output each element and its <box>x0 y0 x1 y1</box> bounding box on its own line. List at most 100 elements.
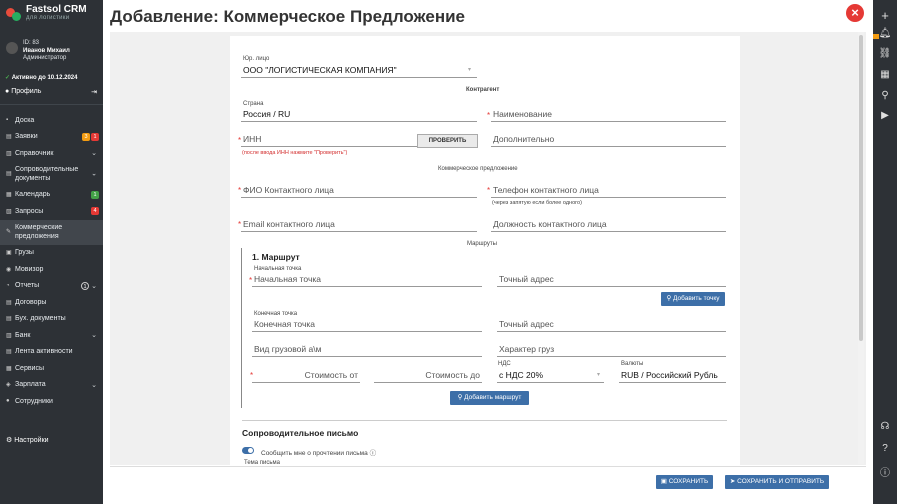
book-icon: ▥ <box>6 150 12 157</box>
scrollbar[interactable] <box>858 32 864 464</box>
user-name: Иванов Михаил <box>23 47 70 54</box>
currency-select[interactable]: RUB / Российский Рубль <box>619 369 726 383</box>
sidebar-item-calendar[interactable]: ▦ Календарь 1 <box>0 187 103 204</box>
page-header: Добавление: Коммерческое Предложение × <box>103 0 873 30</box>
logout-icon[interactable]: ⇥ <box>91 88 97 96</box>
contact-name-input[interactable]: ФИО Контактного лица <box>241 184 477 198</box>
country-label: Страна <box>243 101 264 107</box>
sidebar-item-reports[interactable]: ◔ Отчеты 1 ⌄ <box>0 278 103 295</box>
contact-email-placeholder: Email контактного лица <box>243 219 335 229</box>
sidebar-item-activity[interactable]: ▤ Лента активности <box>0 344 103 361</box>
notify-toggle[interactable] <box>242 447 254 454</box>
calculator-icon[interactable]: ▦ <box>873 69 897 80</box>
save-send-label: СОХРАНИТЬ И ОТПРАВИТЬ <box>737 478 825 485</box>
route-border <box>241 248 242 408</box>
sidebar-item-contracts[interactable]: ▤ Договоры <box>0 294 103 311</box>
close-button[interactable]: × <box>846 4 864 22</box>
cost-from-input[interactable]: Стоимость от <box>252 369 360 383</box>
start-address-input[interactable]: Точный адрес <box>497 273 726 287</box>
notify-label-text: Сообщить мне о прочтении письма <box>261 450 368 457</box>
contact-position-placeholder: Должность контактного лица <box>493 219 607 229</box>
end-address-placeholder: Точный адрес <box>499 319 554 329</box>
start-point-input[interactable]: Начальная точка <box>252 273 482 287</box>
cost-from-placeholder: Стоимость от <box>304 370 358 380</box>
additional-input[interactable]: Дополнительно <box>491 133 726 147</box>
sidebar: Fastsol CRM для логистики ID: 83 Иванов … <box>0 0 103 504</box>
vehicle-type-input[interactable]: Вид грузовой а\м <box>252 343 482 357</box>
inn-placeholder: ИНН <box>243 134 262 144</box>
sidebar-item-board[interactable]: ▪ Доска <box>0 112 103 129</box>
sidebar-item-staff[interactable]: ● Сотрудники <box>0 393 103 410</box>
sidebar-item-services[interactable]: ▦ Сервисы <box>0 360 103 377</box>
user-role: Администратор <box>23 55 67 61</box>
info-icon[interactable]: ⓘ <box>873 464 897 479</box>
activity-icon: ▤ <box>6 349 12 356</box>
route-icon[interactable]: ⚲ <box>873 90 897 101</box>
sidebar-item-movizor[interactable]: ◉ Мовизор <box>0 261 103 278</box>
help-circle-icon[interactable]: ⓘ <box>370 450 377 457</box>
offer-section-title: Коммерческое предложение <box>438 166 518 172</box>
chevron-down-icon: ⌄ <box>91 150 97 158</box>
start-point-label: Начальная точка <box>254 266 302 272</box>
sidebar-item-bank[interactable]: ▥ Банк ⌄ <box>0 327 103 344</box>
link-icon[interactable]: ⛓ <box>873 48 897 59</box>
save-button[interactable]: ▣ СОХРАНИТЬ <box>656 475 713 489</box>
sidebar-item-offer[interactable]: ✎ Коммерческие предложения <box>0 219 103 245</box>
board-icon: ▪ <box>6 117 9 124</box>
add-route-button[interactable]: ⚲ Добавить маршрут <box>450 391 529 405</box>
sidebar-item-requests[interactable]: ▤ Заявки 3 1 <box>0 129 103 146</box>
inn-input[interactable]: ИНН <box>241 133 417 147</box>
plus-icon[interactable]: + <box>873 8 897 23</box>
end-point-label: Конечная точка <box>254 311 298 317</box>
notification-badge <box>873 34 879 39</box>
help-icon[interactable]: ? <box>873 443 897 454</box>
check-icon: ✓ <box>5 75 11 81</box>
logo[interactable]: Fastsol CRM для логистики <box>6 5 87 22</box>
add-point-button[interactable]: ⚲ Добавить точку <box>661 292 725 306</box>
sidebar-item-queries[interactable]: ▧ Запросы 4 <box>0 203 103 220</box>
end-point-input[interactable]: Конечная точка <box>252 318 482 332</box>
currency-value: RUB / Российский Рубль <box>621 370 718 380</box>
reports-icon: ◔ <box>6 282 10 289</box>
sidebar-divider <box>0 104 103 105</box>
pin-icon: ⚲ <box>666 295 672 302</box>
sidebar-item-settings[interactable]: ⚙ Настройки <box>6 436 49 444</box>
cargo-nature-input[interactable]: Характер груз <box>497 343 726 357</box>
legal-entity-label: Юр. лицо <box>243 56 270 62</box>
profile-row[interactable]: ● Профиль ⇥ <box>5 88 97 96</box>
start-point-placeholder: Начальная точка <box>254 274 322 284</box>
country-select[interactable]: Россия / RU <box>241 108 477 122</box>
user-id: ID: 83 <box>23 40 40 46</box>
required-mark: * <box>487 186 491 195</box>
additional-placeholder: Дополнительно <box>493 134 555 144</box>
contact-email-input[interactable]: Email контактного лица <box>241 218 477 232</box>
sidebar-item-label: Справочник <box>15 149 54 157</box>
chevron-down-icon: ⌄ <box>91 381 97 389</box>
sidebar-item-label: Договоры <box>15 298 47 306</box>
sidebar-menu: ▪ Доска ▤ Заявки 3 1 ▥ Справочник ⌄ ▤ Сопроводител… <box>0 112 103 410</box>
headset-icon[interactable]: ☊ <box>873 421 897 432</box>
name-input[interactable]: Наименование <box>491 108 726 122</box>
check-inn-button[interactable]: ПРОВЕРИТЬ <box>417 134 478 148</box>
sidebar-item-book[interactable]: ▥ Справочник ⌄ <box>0 145 103 162</box>
cost-to-input[interactable]: Стоимость до <box>374 369 482 383</box>
bank-icon: ▥ <box>6 332 12 339</box>
contact-phone-input[interactable]: Телефон контактного лица <box>491 184 726 198</box>
legal-entity-select[interactable]: ООО "ЛОГИСТИЧЕСКАЯ КОМПАНИЯ" ▾ <box>241 64 477 78</box>
sidebar-item-cargo[interactable]: ▣ Грузы <box>0 245 103 262</box>
end-address-input[interactable]: Точный адрес <box>497 318 726 332</box>
sidebar-item-label: Банк <box>15 331 31 339</box>
contact-position-input[interactable]: Должность контактного лица <box>491 218 726 232</box>
vat-select[interactable]: с НДС 20% ▾ <box>497 369 604 383</box>
sidebar-item-docs[interactable]: ▤ Сопроводительные документы ⌄ <box>0 162 103 187</box>
count-badge: 1 <box>81 281 89 290</box>
sidebar-item-label: Лента активности <box>15 348 73 356</box>
sidebar-item-salary[interactable]: ◈ Зарплата ⌄ <box>0 377 103 394</box>
play-icon[interactable]: ▶ <box>873 110 897 121</box>
user-icon: ● <box>5 88 10 95</box>
legal-entity-value: ООО "ЛОГИСТИЧЕСКАЯ КОМПАНИЯ" <box>243 65 397 75</box>
chevron-down-icon: ▾ <box>596 372 600 378</box>
sidebar-item-accounting[interactable]: ▤ Бух. документы <box>0 311 103 328</box>
profile-link[interactable]: Профиль <box>11 88 41 95</box>
save-send-button[interactable]: ➤ СОХРАНИТЬ И ОТПРАВИТЬ <box>725 475 829 489</box>
